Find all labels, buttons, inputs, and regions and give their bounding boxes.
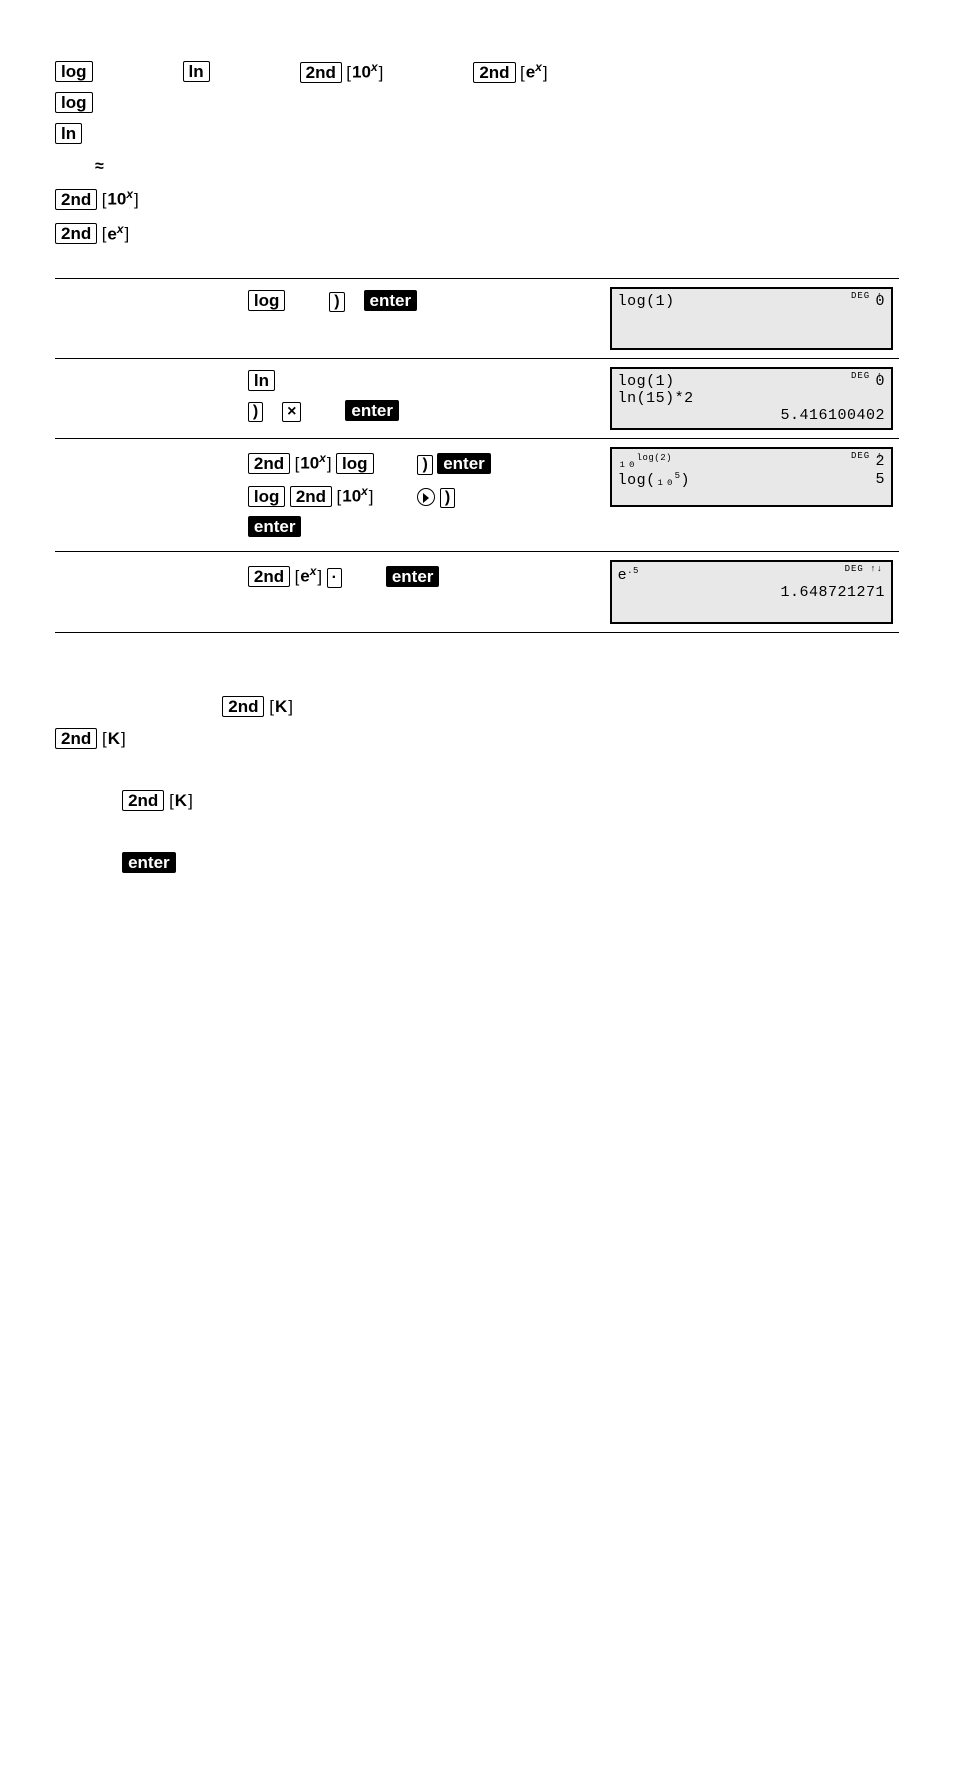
second-key: 2nd (122, 790, 164, 811)
screen-indicator: DEG ↑ (851, 451, 883, 461)
desc-ln: ln yields the logarithm of a number ot t… (55, 122, 899, 148)
ten-to-x-fn: 10x (337, 480, 374, 513)
enter-key: enter (386, 566, 440, 587)
dot-key: · (327, 568, 342, 588)
calculator-screen: DEG ↑ ₁₀log(2)2 log(₁₀5)5 (610, 447, 893, 507)
k-fn: K (102, 725, 126, 752)
e-to-x-fn: ex (102, 220, 130, 248)
ten-to-x-fn: 10x (295, 447, 332, 480)
desc-tenx: 2nd 10x raises 10 to the power you speci… (55, 185, 899, 213)
constant-section: Constant 2nd K 2nd K turns Constant feat… (55, 693, 899, 935)
ln-key: ln (183, 61, 210, 82)
ten-to-x-fn: 10x (102, 185, 139, 213)
key-sequence: ln ) × enter (242, 358, 604, 438)
log-key: log (55, 61, 93, 82)
screen-indicator: DEG ↑ (851, 291, 883, 301)
times-key: × (282, 402, 301, 422)
key-sequence: 2nd ex · enter (242, 552, 604, 633)
e-to-x-fn: ex (295, 560, 323, 593)
calculator-screen: DEG ↑ log(1)0 (610, 287, 893, 350)
ln-key: ln (248, 370, 275, 391)
screen-indicator: DEG ↑ (851, 371, 883, 381)
second-key: 2nd (248, 566, 290, 587)
key-sequence: log ) enter (242, 278, 604, 358)
log-key: log (248, 290, 286, 311)
example-label: 10^log2 log 10^5 (55, 438, 242, 551)
enter-key: enter (122, 852, 176, 873)
rparen-key: ) (440, 488, 455, 508)
desc-approx: ≈ 2.718281828459). (55, 154, 899, 180)
enter-key: enter (345, 400, 399, 421)
example-label: ln 15 × 2 (55, 358, 242, 438)
calculator-screen: DEG ↑↓ e.5 1.648721271 (610, 560, 893, 624)
screen-cell: DEG ↑↓ e.5 1.648721271 (604, 552, 899, 633)
second-key: 2nd (473, 62, 515, 83)
rparen-key: ) (248, 402, 263, 422)
right-arrow-icon (417, 488, 435, 506)
table-row: e^.5 2nd ex · enter DEG ↑↓ e.5 1.6487212… (55, 552, 899, 633)
enter-key: enter (248, 516, 302, 537)
examples-table: log 1 log ) enter DEG ↑ log(1)0 (55, 278, 899, 633)
example-label: e^.5 (55, 552, 242, 633)
log-key: log (336, 453, 374, 474)
second-key: 2nd (248, 453, 290, 474)
second-key: 2nd (55, 189, 97, 210)
k-fn: K (169, 787, 193, 814)
screen-indicator: DEG ↑↓ (845, 564, 883, 574)
log-key: log (55, 92, 93, 113)
screen-cell: DEG ↑ log(1)0 (604, 278, 899, 358)
ten-to-x-fn: 10x (346, 60, 383, 83)
rparen-key: ) (329, 292, 344, 312)
table-row: 10^log2 log 10^5 2nd 10x log ) enter log… (55, 438, 899, 551)
screen-text: log(₁₀5) (618, 471, 690, 489)
screen-cell: DEG ↑ log(1)0 ln(15)*2 5.416100402 (604, 358, 899, 438)
table-row: log 1 log ) enter DEG ↑ log(1)0 (55, 278, 899, 358)
key-sequence: 2nd 10x log ) enter log 2nd 10x ) enter (242, 438, 604, 551)
top-key-row: log ln 2nd 10x 2nd ex (55, 60, 899, 83)
enter-key: enter (437, 453, 491, 474)
screen-cell: DEG ↑ ₁₀log(2)2 log(₁₀5)5 (604, 438, 899, 551)
ln-key: ln (55, 123, 82, 144)
desc-ex: 2nd ex raises e to the power you specify… (55, 220, 899, 248)
second-key: 2nd (55, 223, 97, 244)
calculator-screen: DEG ↑ log(1)0 ln(15)*2 5.416100402 (610, 367, 893, 430)
screen-text: ₁₀log(2) (618, 453, 672, 471)
rparen-key: ) (417, 455, 432, 475)
log-key: log (248, 486, 286, 507)
enter-key: enter (364, 290, 418, 311)
second-key: 2nd (300, 62, 342, 83)
second-key: 2nd (290, 486, 332, 507)
e-to-x-fn: ex (520, 60, 548, 83)
desc-log: log yields the common logarithm of a num… (55, 91, 899, 117)
second-key: 2nd (222, 696, 264, 717)
k-fn: K (269, 693, 293, 720)
page-root: log ln 2nd 10x 2nd ex log yields the com… (0, 0, 954, 999)
second-key: 2nd (55, 728, 97, 749)
table-row: ln 15 × 2 ln ) × enter DEG ↑ log(1)0 ln(… (55, 358, 899, 438)
example-label: log 1 (55, 278, 242, 358)
